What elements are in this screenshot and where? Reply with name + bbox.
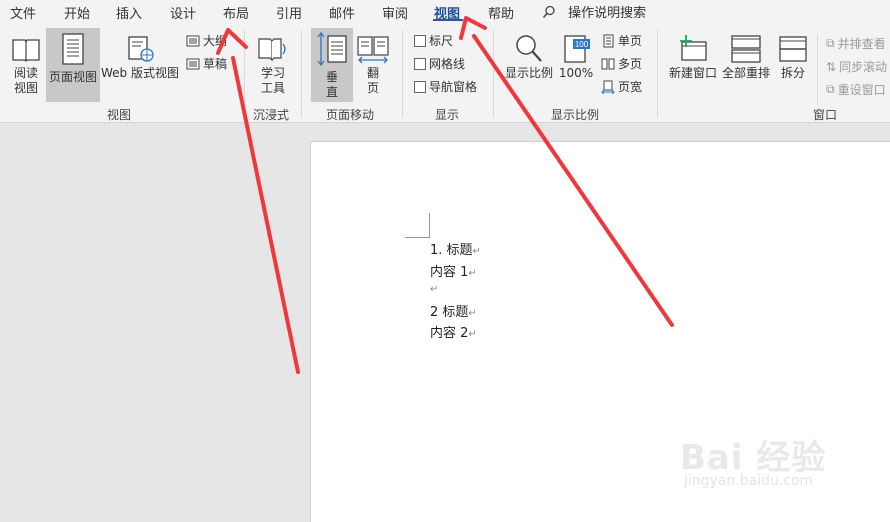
annotation-arrows xyxy=(216,16,674,374)
arrow-to-outline xyxy=(216,28,300,374)
arrow-to-view-tab xyxy=(459,16,674,327)
